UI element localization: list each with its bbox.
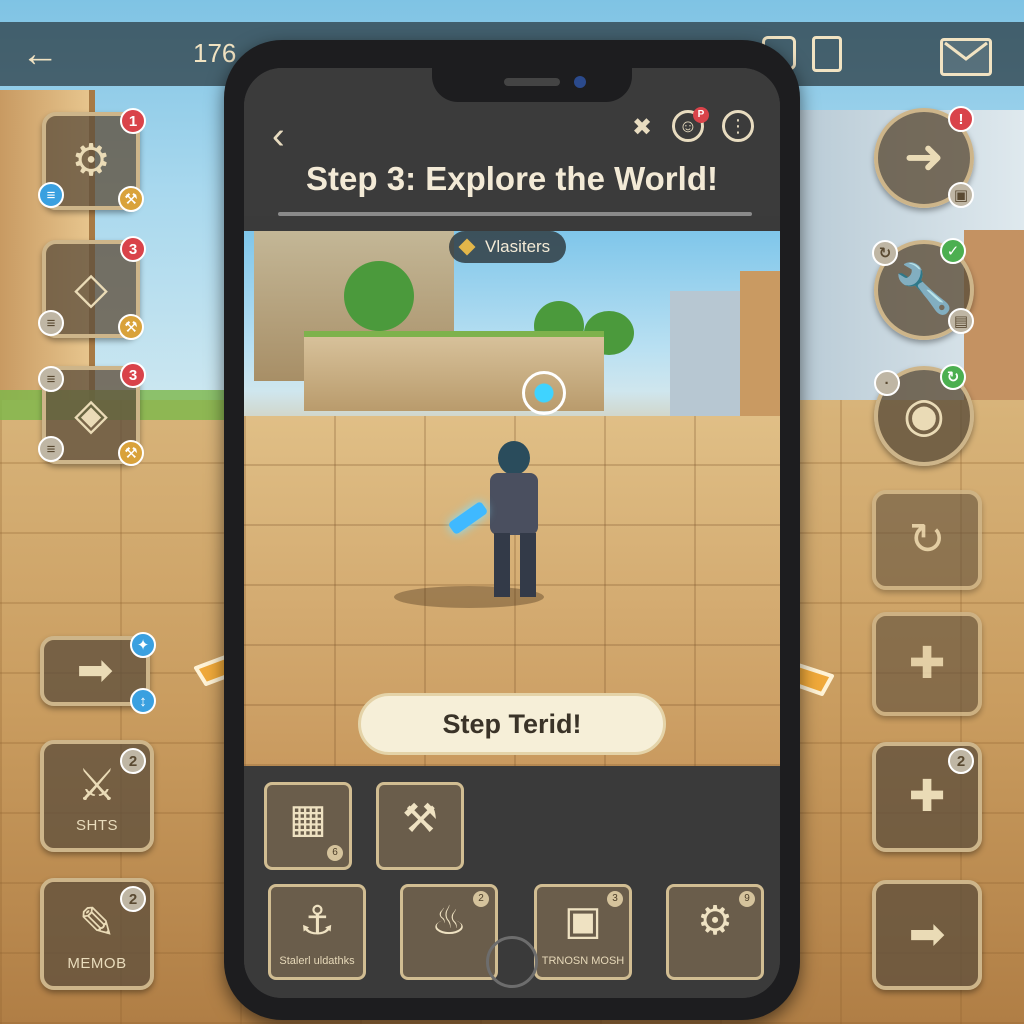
plus-icon: ✚ (908, 639, 946, 688)
quests-badge: 6 (327, 845, 343, 861)
right-go-button[interactable]: ➜ ! ▣ (874, 106, 974, 208)
left-skill-button-3[interactable]: ◈ 3 ≡ ≡ ⚒ (38, 362, 146, 466)
coin-icon: ⚒ (118, 314, 144, 340)
notification-badge: 3 (120, 236, 146, 262)
rotate-icon: ↻ (908, 515, 946, 564)
right-add-button-1[interactable]: ✚ (872, 612, 982, 716)
character-leg (520, 533, 536, 597)
settings-button[interactable]: ⚙ 9 (666, 884, 764, 980)
dot-icon: · (874, 370, 900, 396)
settings-badge: 9 (739, 891, 755, 907)
arrow-right-icon: ➜ (903, 131, 945, 184)
back-arrow-button[interactable]: ← (18, 34, 62, 74)
refresh-icon: ↻ (940, 364, 966, 390)
crafting-button[interactable]: ⚒ (376, 782, 464, 870)
refresh-icon: ↻ (872, 240, 898, 266)
memos-badge: 2 (120, 886, 146, 912)
info-icon: ↕ (130, 688, 156, 714)
phone-screen: ‹ ✖ ☺ P ⋮ Step 3: Explore the World! Vla… (244, 68, 780, 998)
screen-back-button[interactable]: ‹ (272, 116, 285, 156)
phone-notch (432, 68, 632, 102)
left-arrow-button[interactable]: ➡ ✦ ↕ (40, 632, 156, 714)
coin-icon: ⚒ (118, 186, 144, 212)
wrench-icon: 🔧 (894, 263, 954, 316)
right-add-button-2[interactable]: ✚ 2 (872, 742, 982, 852)
left-skill-button-1[interactable]: ⚙ 1 ≡ ⚒ (38, 108, 146, 212)
chat-icon: ≡ (38, 182, 64, 208)
diamond-icon (458, 238, 476, 256)
profile-badge: P (693, 107, 709, 123)
arrow-right-icon: ➡ (908, 910, 946, 959)
home-button[interactable] (486, 936, 538, 988)
left-skill-button-2[interactable]: ◇ 3 ≡ ⚒ (38, 236, 146, 340)
skills-button[interactable]: ⚔ 2 SHTS (40, 740, 154, 852)
inventory-button[interactable]: ▣ TRNOSN MOSH 3 (534, 884, 632, 980)
crossed-tools-icon[interactable]: ✖ (626, 112, 658, 144)
character-body (490, 473, 538, 535)
profile-icon[interactable]: ☺ P (672, 107, 709, 142)
compass-diamond-icon: ◈ (74, 390, 108, 439)
memos-label: MEMOB (67, 955, 127, 972)
scroll-icon: ≡ (38, 366, 64, 392)
stats-label: Stalerl uldathks (279, 955, 355, 967)
book-icon: ≡ (38, 436, 64, 462)
right-next-button[interactable]: ➡ (872, 880, 982, 990)
quests-button[interactable]: ▦ 6 (264, 782, 352, 870)
arrow-right-icon: ➡ (76, 646, 114, 695)
book-icon: ≡ (38, 310, 64, 336)
sword-icon: ⚔ (77, 761, 117, 810)
skills-badge: 2 (120, 748, 146, 774)
location-tag-label: Vlasiters (485, 237, 551, 256)
scene-tree (344, 261, 414, 331)
notification-badge: 3 (120, 362, 146, 388)
memos-button[interactable]: ✎ 2 MEMOB (40, 878, 154, 990)
chest-icon: ▣ (948, 182, 974, 208)
compass-diamond-icon: ◇ (74, 264, 108, 313)
waypoint-marker-icon[interactable] (522, 371, 566, 415)
notification-badge: 1 (120, 108, 146, 134)
gear-icon: ⚙ (697, 899, 733, 943)
inventory-label: TRNOSN MOSH (541, 955, 625, 967)
crafting-icon: ⚒ (402, 797, 438, 841)
character-leg (494, 533, 510, 597)
player-character[interactable] (447, 441, 564, 601)
anchor-icon: ⚓ (299, 899, 335, 943)
lock-icon: ✓ (940, 238, 966, 264)
stats-button[interactable]: ⚓ Stalerl uldathks (268, 884, 366, 980)
right-rotate-button[interactable]: ↻ (872, 490, 982, 590)
inventory-badge: 3 (607, 891, 623, 907)
plus-icon: ✚ (908, 772, 946, 821)
character-head (498, 441, 530, 475)
chest-icon: ▣ (564, 899, 602, 943)
mail-envelope-icon (944, 41, 988, 61)
add-badge: 2 (948, 748, 974, 774)
game-viewport[interactable]: Vlasiters Step Terid! (244, 231, 780, 766)
speaker-grille (504, 78, 560, 86)
controller-icon: ✦ (130, 632, 156, 658)
currency-counter: 176 (193, 38, 237, 68)
right-tools-button[interactable]: 🔧 ✓ ↻ ▤ (872, 238, 974, 340)
cooking-badge: 2 (473, 891, 489, 907)
info-icon[interactable]: ⋮ (722, 110, 754, 142)
pot-icon: ♨ (431, 899, 467, 943)
target-gear-icon: ⚙ (71, 136, 111, 185)
title-divider (278, 212, 752, 216)
front-camera (574, 76, 586, 88)
location-tag[interactable]: Vlasiters (449, 231, 567, 263)
step-action-button[interactable]: Step Terid! (358, 693, 666, 755)
calendar-quest-icon: ▦ (289, 797, 327, 841)
calendar-icon[interactable] (812, 36, 842, 72)
map-icon: ▤ (948, 308, 974, 334)
right-location-button[interactable]: ◉ ↻ · (874, 364, 974, 466)
cooking-button[interactable]: ♨ 2 (400, 884, 498, 980)
map-pin-icon: ◉ (903, 389, 945, 442)
coin-icon: ⚒ (118, 440, 144, 466)
phone-device: ‹ ✖ ☺ P ⋮ Step 3: Explore the World! Vla… (224, 40, 800, 1020)
page-title: Step 3: Explore the World! (306, 160, 718, 197)
pen-icon: ✎ (78, 899, 116, 948)
mail-icon[interactable] (940, 38, 992, 76)
skills-label: SHTS (75, 817, 118, 834)
alert-icon: ! (948, 106, 974, 132)
